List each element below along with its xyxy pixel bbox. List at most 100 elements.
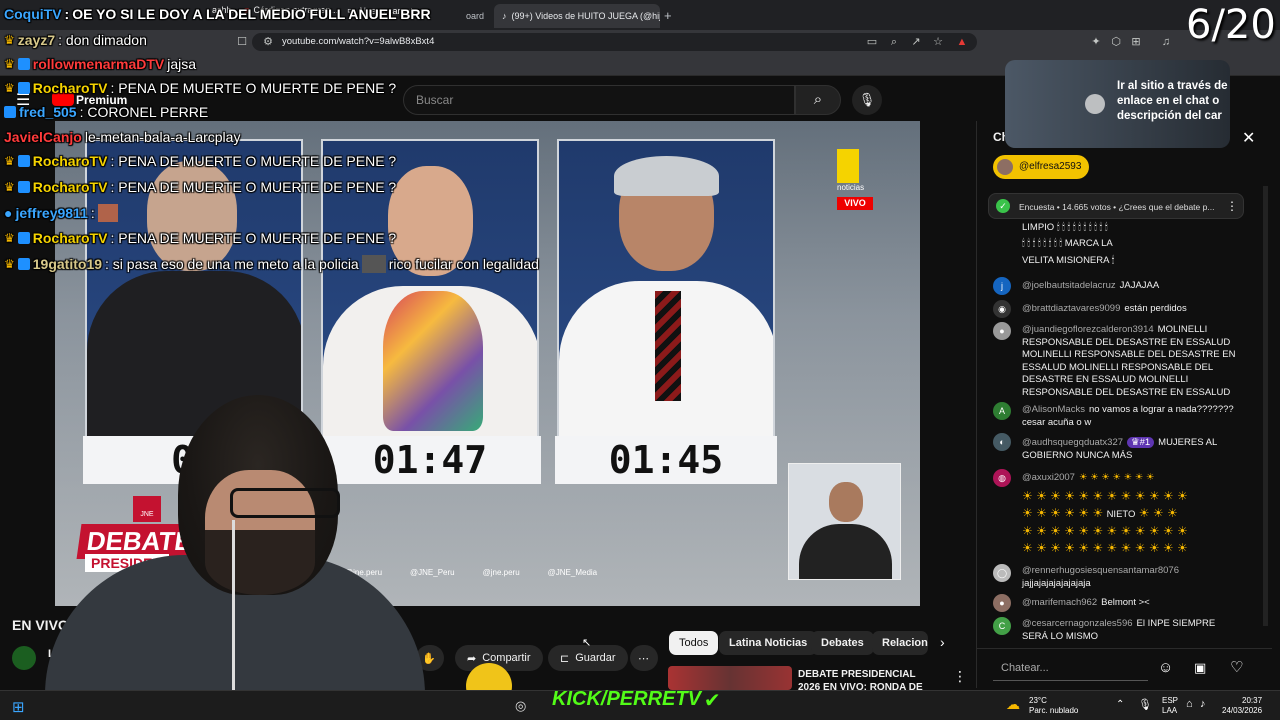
more-vertical-icon[interactable]: ⋮ (953, 668, 967, 685)
microphone-icon[interactable]: 🎙 (1138, 698, 1152, 711)
chat-author[interactable]: @joelbautsitadelacruz (1022, 280, 1116, 291)
chip-latina-noticias[interactable]: Latina Noticias (719, 631, 818, 655)
windows-start-icon[interactable]: ⊞ (12, 698, 25, 716)
pinned-user: @elfresa2593 (1019, 161, 1082, 172)
weather-widget[interactable]: 23°C Parc. nublado (1029, 696, 1078, 716)
chip-todos[interactable]: Todos (669, 631, 719, 655)
interpreter-body (799, 524, 892, 579)
poll-icon: ✓ (996, 199, 1010, 213)
crown-icon: ♛ (4, 257, 15, 271)
chat-avatar: ● (993, 594, 1011, 612)
social-handle: @JNE_Peru (410, 568, 455, 577)
site-info-icon[interactable]: ⚙ (262, 36, 274, 48)
extension-icon[interactable]: ▲ (956, 36, 968, 48)
overlay-user: RocharoTV (32, 153, 108, 169)
clock[interactable]: 20:37 24/03/2026 (1222, 696, 1262, 716)
chat-text: están perdidos (1124, 303, 1187, 314)
overlay-user: RocharoTV (32, 179, 108, 195)
candidate-tie (655, 291, 681, 401)
app-icon[interactable]: ◎ (515, 698, 526, 714)
extension-icon[interactable]: ⬡ (1110, 36, 1122, 48)
chat-message: @axuxi2007 ☀ ☀ ☀ ☀ ☀ ☀ ☀ (1022, 472, 1240, 485)
super-chat-icon[interactable]: ▣ (1194, 660, 1206, 676)
overlay-msg: le-metan-bala-a-Larcplay (84, 129, 241, 145)
overlay-msg: : don dimadon (58, 32, 147, 48)
share-icon[interactable]: ↗ (910, 36, 922, 48)
media-control-icon[interactable]: ♫ (1160, 36, 1172, 48)
candle-emoji-icon: 🕯 🕯 🕯 🕯 🕯 🕯 🕯 🕯 (1022, 238, 1065, 249)
search-input[interactable]: Buscar (403, 85, 795, 115)
more-actions-button[interactable]: ⋯ (630, 645, 658, 671)
candidate-right (557, 139, 775, 439)
chat-avatar: ◉ (993, 300, 1011, 318)
chevron-up-icon[interactable]: ⌃ (1116, 699, 1124, 710)
bookmark-star-icon[interactable]: ☐ (236, 36, 248, 48)
overlay-user: jeffrey9811 (15, 205, 88, 221)
sun-emoji-icon: ☀ ☀ ☀ ☀ ☀ ☀ ☀ (1078, 472, 1155, 483)
close-chat-icon[interactable]: ✕ (1242, 128, 1255, 148)
sign-language-interpreter (788, 463, 901, 580)
chat-message-row: ☀ ☀ ☀ ☀ ☀ ☀ NIETO ☀ ☀ ☀ (1022, 505, 1240, 523)
overlay-chat-line: ♛ 19gatito19: si pasa eso de una me meto … (4, 255, 539, 273)
sub-badge-icon (17, 82, 30, 94)
chat-author[interactable]: @audhsquegqduatx327 (1022, 437, 1123, 448)
related-video-thumbnail[interactable] (668, 666, 792, 690)
live-badge: VIVO (837, 197, 873, 210)
chat-message: @juandiegoflorezcalderon3914 MOLINELLI RE… (1022, 324, 1240, 399)
extension-icon[interactable]: ✦ (1090, 36, 1102, 48)
crown-icon: ♛ (4, 33, 15, 47)
chat-author[interactable]: @AlisonMacks (1022, 404, 1085, 415)
chat-input[interactable]: Chatear... (993, 655, 1148, 681)
overlay-msg: rico fucilar con legalidad (388, 256, 539, 272)
chat-avatar: A (993, 402, 1011, 420)
streamer-beard (205, 530, 315, 595)
lang-primary: ESP (1162, 696, 1179, 705)
channel-label: noticias (837, 183, 865, 192)
sub-badge-icon (17, 58, 30, 70)
overlay-chat-line: ♛ RocharoTV: PENA DE MUERTE O MUERTE DE P… (4, 80, 396, 96)
candidate-scarf (383, 291, 483, 431)
overlay-msg: : PENA DE MUERTE O MUERTE DE PENE ? (110, 179, 397, 195)
overlay-chat-line: CoquiTV: OE YO SI LE DOY A LA DEL MEDIO F… (4, 6, 431, 22)
overlay-chat-line: JavielCanjo le-metan-bala-a-Larcplay (4, 129, 240, 145)
microphone-icon[interactable]: 🎙 (852, 85, 882, 115)
overlay-chat-line: ● jeffrey9811: (4, 204, 118, 222)
chat-message: @brattdiaztavares9099 están perdidos (1022, 303, 1240, 316)
extension-icon[interactable]: ⊞ (1130, 36, 1142, 48)
volume-icon[interactable]: ♪ (1200, 698, 1206, 710)
chat-author[interactable]: @axuxi2007 (1022, 472, 1075, 483)
chat-message: LIMPIO 🕯 🕯 🕯 🕯 🕯 🕯 🕯 🕯 🕯 🕯 (1022, 222, 1240, 235)
chat-avatar: ● (993, 322, 1011, 340)
browser-tab-active[interactable]: ♪ (99+) Videos de HUITO JUEGA (@hij (494, 4, 660, 28)
overlay-msg: : si pasa eso de una me meto a la polici… (105, 256, 359, 272)
new-tab-button[interactable]: + (664, 8, 672, 23)
heart-icon[interactable]: ♡ (1230, 658, 1243, 676)
chat-author[interactable]: @cesarcernagonzales596 (1022, 618, 1133, 629)
poll-banner[interactable]: Encuesta • 14.665 votos • ¿Crees que el … (988, 193, 1244, 219)
channel-avatar[interactable] (12, 646, 36, 670)
chat-message-continued: ☀ ☀ ☀ ☀ ☀ ☀ ☀ ☀ ☀ ☀ ☀ ☀ ☀ ☀ ☀ ☀ ☀ ☀ NIET… (1022, 488, 1240, 557)
zoom-icon[interactable]: ⌕ (888, 36, 900, 48)
chat-text: VELITA MISIONERA (1022, 255, 1109, 266)
bookmark-icon[interactable]: ☆ (932, 36, 944, 48)
chat-author[interactable]: @juandiegoflorezcalderon3914 (1022, 324, 1154, 335)
emoji-icon[interactable]: ☺ (1158, 659, 1173, 676)
language-indicator[interactable]: ESP LAA (1162, 696, 1178, 716)
chevron-right-icon[interactable]: › (940, 634, 945, 650)
chat-author[interactable]: @brattdiaztavares9099 (1022, 303, 1120, 314)
install-app-icon[interactable]: ▭ (866, 36, 878, 48)
network-icon[interactable]: ⌂ (1186, 698, 1193, 710)
chat-author[interactable]: @marifemach962 (1022, 597, 1097, 608)
more-vertical-icon[interactable]: ⋮ (1226, 199, 1238, 213)
search-icon[interactable]: ⌕ (795, 85, 841, 115)
chip-relacionados[interactable]: Relacion (872, 631, 928, 655)
chat-author[interactable]: @rennerhugosiesquensantamar8076 (1022, 565, 1236, 578)
chat-message: @audhsquegqduatx327 ♛#1 MUJERES AL GOBIERN… (1022, 437, 1240, 462)
overlay-chat-line: ♛ rollowmenarmaDTV jajsa (4, 56, 196, 72)
earphone-cable (232, 520, 235, 700)
social-handle: @JNE_Media (547, 568, 598, 577)
chip-debates[interactable]: Debates (811, 631, 874, 655)
emote-icon (361, 255, 386, 273)
chat-scrollbar[interactable] (1263, 186, 1268, 626)
overlay-chat-line: ♛ RocharoTV: PENA DE MUERTE O MUERTE DE P… (4, 179, 396, 195)
